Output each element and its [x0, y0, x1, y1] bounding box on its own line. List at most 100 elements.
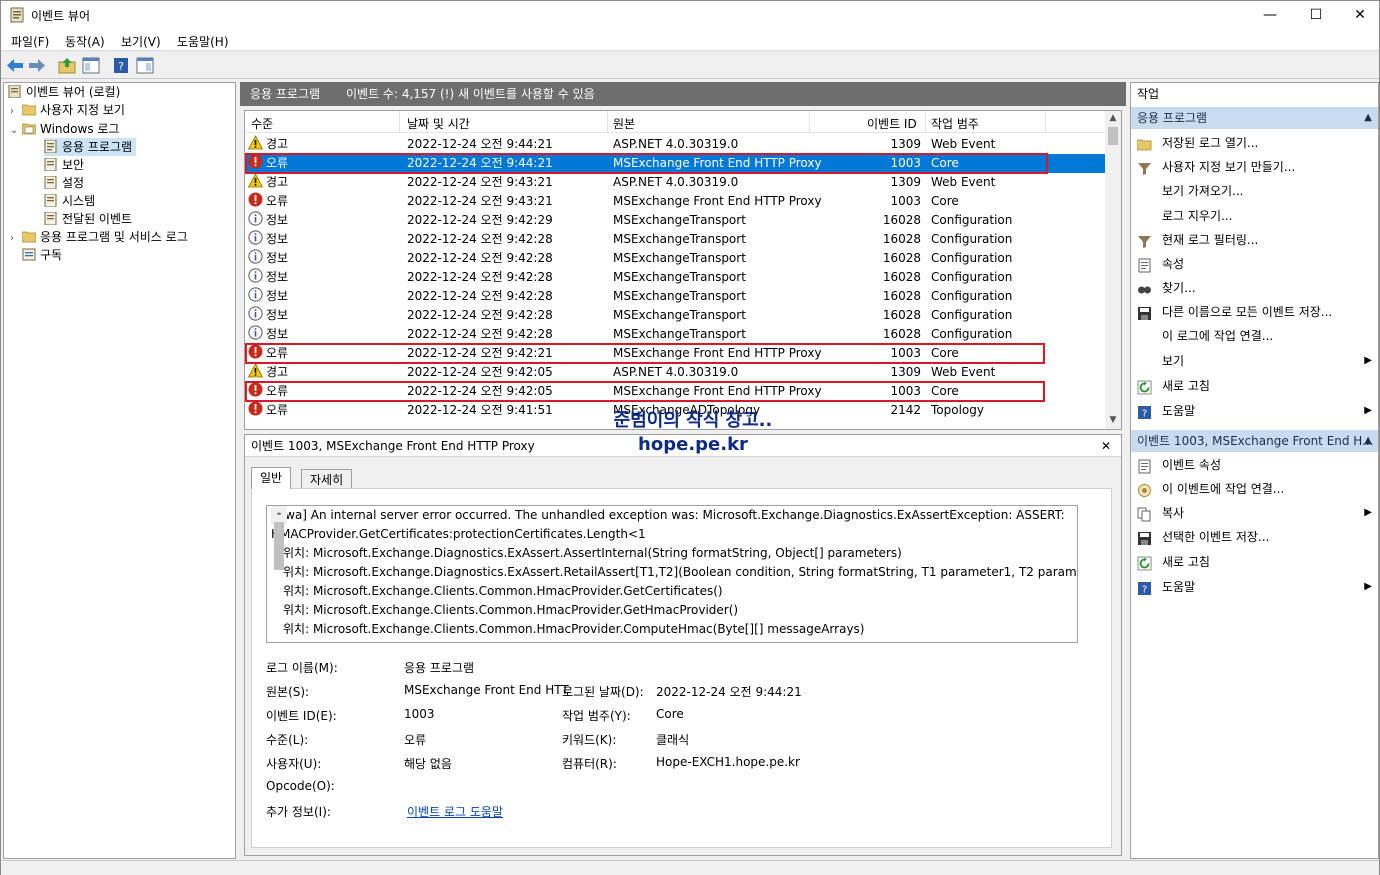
maximize-button[interactable]: ☐	[1293, 1, 1339, 29]
action-open-saved-log[interactable]: 저장된 로그 열기...	[1131, 131, 1378, 155]
tree-node-subscriptions[interactable]: 구독	[22, 246, 62, 264]
help-icon[interactable]: ?	[111, 56, 131, 75]
expand-chevron-icon[interactable]: ›	[10, 230, 22, 248]
close-detail-icon[interactable]: ✕	[1101, 435, 1111, 457]
properties-icon	[1137, 257, 1152, 273]
column-header-category[interactable]: 작업 범주	[931, 115, 979, 132]
tree-node-forwarded[interactable]: 전달된 이벤트	[44, 210, 132, 228]
collapse-section-icon[interactable]: ▲	[1364, 107, 1372, 129]
action-help-event[interactable]: ? 도움말 ▶	[1131, 575, 1378, 599]
event-row[interactable]: 정보 2022-12-24 오전 9:42:28 MSExchangeTranspo…	[245, 230, 1107, 249]
minimize-button[interactable]: —	[1247, 1, 1293, 29]
event-row[interactable]: 정보 2022-12-24 오전 9:42:28 MSExchangeTranspo…	[245, 325, 1107, 344]
tree-node-setup[interactable]: 설정	[44, 174, 84, 192]
event-id: 16028	[882, 327, 921, 341]
action-refresh-event[interactable]: 새로 고침	[1131, 550, 1378, 574]
event-list-scrollbar[interactable]: ▲ ▼	[1105, 111, 1121, 429]
tree-node-root[interactable]: 이벤트 뷰어 (로컬)	[8, 83, 120, 101]
action-attach-task-to-event[interactable]: 이 이벤트에 작업 연결...	[1131, 477, 1378, 501]
tree-node-application[interactable]: 응용 프로그램	[44, 138, 137, 156]
action-event-properties[interactable]: 이벤트 속성	[1131, 453, 1378, 477]
attach-task-icon	[1137, 482, 1152, 497]
actions-section-application[interactable]: 응용 프로그램 ▲	[1131, 107, 1378, 129]
tree-node-windows-logs[interactable]: ⌄ Windows 로그	[10, 120, 119, 138]
event-id: 1309	[890, 365, 921, 379]
message-scrollbar-thumb[interactable]	[274, 522, 284, 570]
tree-node-apps-services[interactable]: › 응용 프로그램 및 서비스 로그	[10, 228, 188, 246]
action-properties[interactable]: 속성	[1131, 252, 1378, 276]
event-row[interactable]: 오류 2022-12-24 오전 9:42:05 MSExchange Front …	[245, 382, 1107, 401]
action-save-all-events-as[interactable]: 다른 이름으로 모든 이벤트 저장...	[1131, 300, 1378, 324]
info-icon	[248, 230, 263, 245]
action-filter-current-log[interactable]: 현재 로그 필터링...	[1131, 228, 1378, 252]
column-header-source[interactable]: 원본	[613, 115, 635, 132]
tree-node-security[interactable]: 보안	[44, 156, 84, 174]
column-header-level[interactable]: 수준	[251, 115, 273, 132]
action-help[interactable]: ? 도움말 ▶	[1131, 399, 1378, 423]
action-find[interactable]: 찾기...	[1131, 276, 1378, 300]
action-label: 복사	[1162, 506, 1185, 520]
back-arrow-icon[interactable]	[5, 56, 25, 75]
event-row[interactable]: 오류 2022-12-24 오전 9:42:21 MSExchange Front …	[245, 344, 1107, 363]
column-header-event-id[interactable]: 이벤트 ID	[867, 115, 917, 132]
message-scrollbar[interactable]: ⌃ ⌄	[271, 506, 287, 570]
tab-general[interactable]: 일반	[251, 467, 292, 489]
action-import-view[interactable]: 보기 가져오기...	[1131, 179, 1378, 203]
event-row[interactable]: 정보 2022-12-24 오전 9:42:29 MSExchangeTranspo…	[245, 211, 1107, 230]
event-source: MSExchangeADTopology	[613, 403, 761, 417]
tree-node-system[interactable]: 시스템	[44, 192, 95, 210]
event-row[interactable]: 오류 2022-12-24 오전 9:41:51 MSExchangeADTopol…	[245, 401, 1107, 420]
event-row[interactable]: 경고 2022-12-24 오전 9:42:05 ASP.NET 4.0.30319…	[245, 363, 1107, 382]
up-folder-icon[interactable]	[57, 56, 77, 75]
action-save-selected-events[interactable]: 선택한 이벤트 저장...	[1131, 525, 1378, 549]
collapse-section-icon[interactable]: ▲	[1364, 430, 1372, 452]
show-hide-action-pane-icon[interactable]	[135, 56, 155, 75]
properties-icon	[1137, 458, 1152, 474]
filter-icon	[1137, 233, 1152, 248]
tree-label-security: 보안	[62, 158, 85, 172]
svg-text:?: ?	[1142, 409, 1147, 420]
tree-node-custom-views[interactable]: › 사용자 지정 보기	[10, 101, 125, 119]
expand-chevron-icon[interactable]: ›	[10, 103, 22, 121]
event-log-help-link[interactable]: 이벤트 로그 도움말	[407, 803, 503, 820]
event-row[interactable]: 정보 2022-12-24 오전 9:42:28 MSExchangeTranspo…	[245, 306, 1107, 325]
action-create-custom-view[interactable]: 사용자 지정 보기 만들기...	[1131, 155, 1378, 179]
event-id: 1309	[890, 137, 921, 151]
action-clear-log[interactable]: 로그 지우기...	[1131, 204, 1378, 228]
actions-pane: 작업 응용 프로그램 ▲ 저장된 로그 열기... 사용자 지정 보기 만들기..…	[1130, 82, 1379, 859]
event-row[interactable]: 오류 2022-12-24 오전 9:43:21 MSExchange Front …	[245, 192, 1107, 211]
event-row[interactable]: 경고 2022-12-24 오전 9:43:21 ASP.NET 4.0.30319…	[245, 173, 1107, 192]
show-hide-tree-icon[interactable]	[81, 56, 101, 75]
scrollbar-thumb[interactable]	[1108, 127, 1118, 145]
menu-help[interactable]: 도움말(H)	[177, 33, 229, 50]
event-source: MSExchangeTransport	[613, 232, 746, 246]
event-row[interactable]: 정보 2022-12-24 오전 9:42:28 MSExchangeTranspo…	[245, 287, 1107, 306]
event-category: Configuration	[931, 289, 1013, 303]
event-row[interactable]: 경고 2022-12-24 오전 9:44:21 ASP.NET 4.0.30319…	[245, 135, 1107, 154]
event-row[interactable]: 오류 2022-12-24 오전 9:44:21 MSExchange Front …	[245, 154, 1107, 173]
event-level: 경고	[266, 365, 289, 379]
event-message-box[interactable]: [Owa] An internal server error occurred.…	[266, 505, 1078, 643]
title-bar: 이벤트 뷰어 — ☐ ✕	[1, 1, 1379, 29]
open-folder-icon	[1136, 136, 1152, 151]
actions-section-event[interactable]: 이벤트 1003, MSExchange Front End H... ▲	[1131, 430, 1378, 452]
event-id: 16028	[882, 232, 921, 246]
action-refresh[interactable]: 새로 고침	[1131, 374, 1378, 398]
forward-arrow-icon[interactable]	[27, 56, 47, 75]
menu-action[interactable]: 동작(A)	[65, 33, 105, 50]
collapse-chevron-icon[interactable]: ⌄	[10, 122, 22, 140]
menu-file[interactable]: 파일(F)	[11, 33, 49, 50]
action-view[interactable]: 보기 ▶	[1131, 349, 1378, 373]
event-source: ASP.NET 4.0.30319.0	[613, 137, 739, 151]
event-row[interactable]: 정보 2022-12-24 오전 9:42:28 MSExchangeTranspo…	[245, 249, 1107, 268]
menu-view[interactable]: 보기(V)	[121, 33, 161, 50]
close-window-button[interactable]: ✕	[1337, 1, 1380, 29]
column-header-date[interactable]: 날짜 및 시간	[407, 115, 470, 132]
action-copy[interactable]: 복사 ▶	[1131, 501, 1378, 525]
computer-value: Hope-EXCH1.hope.pe.kr	[656, 755, 800, 769]
event-level: 오류	[266, 346, 289, 360]
action-label: 속성	[1162, 257, 1185, 271]
window-title: 이벤트 뷰어	[31, 9, 91, 23]
action-attach-task-to-log[interactable]: 이 로그에 작업 연결...	[1131, 324, 1378, 348]
event-row[interactable]: 정보 2022-12-24 오전 9:42:28 MSExchangeTranspo…	[245, 268, 1107, 287]
